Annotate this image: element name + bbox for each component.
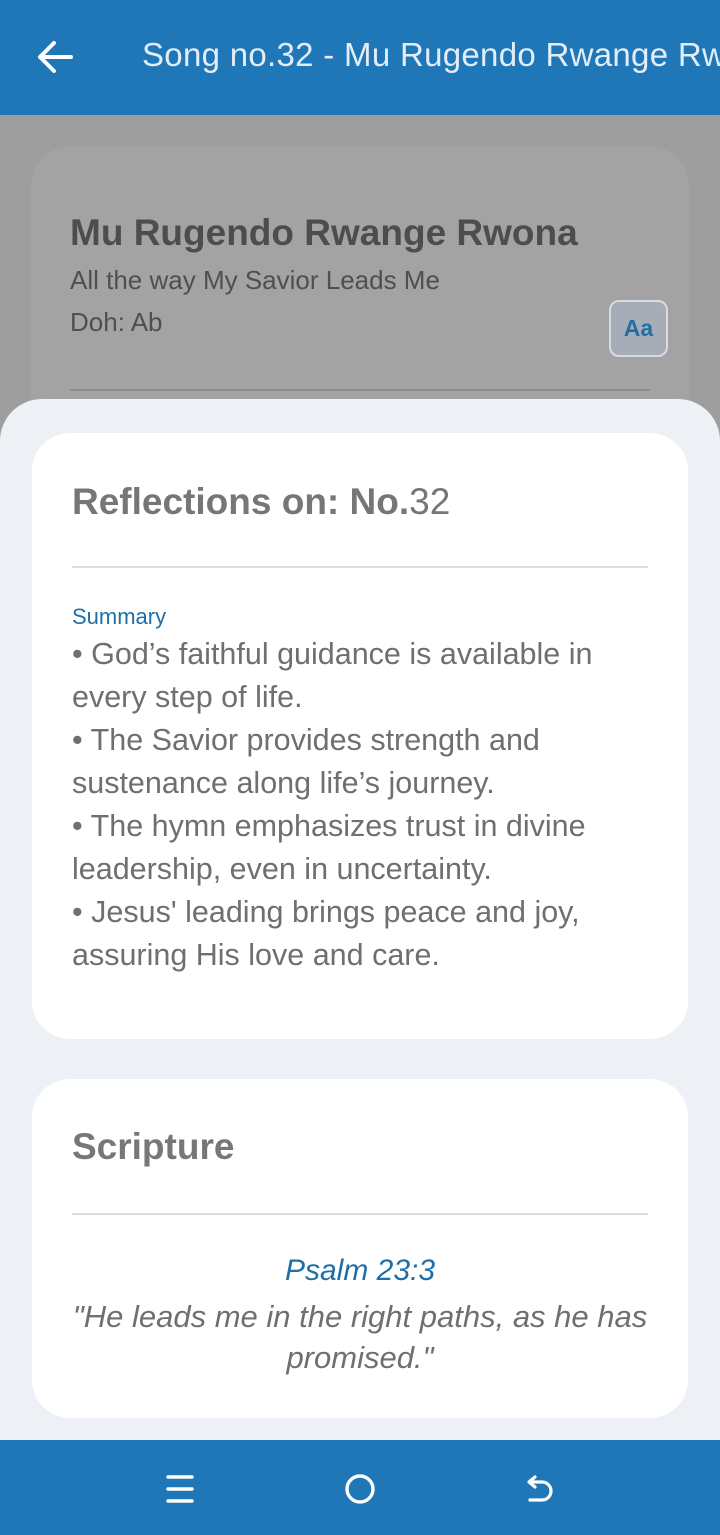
arrow-left-icon <box>38 41 73 73</box>
back-curve-icon <box>527 1475 553 1502</box>
menu-lines-icon <box>166 1475 194 1503</box>
home-circle-icon <box>345 1474 375 1504</box>
page-title: Song no.32 - Mu Rugendo Rwange Rwona <box>142 36 720 73</box>
summary-bullet: • The hymn emphasizes trust in divine le… <box>72 809 586 886</box>
song-title: Mu Rugendo Rwange Rwona <box>70 212 578 253</box>
song-divider <box>70 389 650 391</box>
reflections-heading-number: 32 <box>409 481 451 522</box>
font-size-button[interactable]: Aa <box>609 300 668 357</box>
reflections-heading-label: Reflections on: No. <box>72 481 410 522</box>
song-subtitle: All the way My Savior Leads Me <box>70 265 440 295</box>
recent-apps-button[interactable] <box>153 1462 207 1516</box>
scripture-heading: Scripture <box>72 1126 235 1167</box>
summary-bullet: • The Savior provides strength and suste… <box>72 723 540 800</box>
system-nav-bar <box>0 1440 720 1535</box>
summary-bullets: • God’s faithful guidance is available i… <box>72 633 662 977</box>
reflections-divider <box>72 566 648 568</box>
home-button[interactable] <box>333 1462 387 1516</box>
summary-bullet: • God’s faithful guidance is available i… <box>72 637 593 714</box>
scripture-reference: Psalm 23:3 <box>284 1254 436 1287</box>
system-back-button[interactable] <box>513 1462 567 1516</box>
scripture-quote: "He leads me in the right paths, as he h… <box>72 1299 648 1375</box>
song-key: Doh: Ab <box>70 307 163 337</box>
back-button[interactable] <box>30 32 80 82</box>
summary-bullet: • Jesus' leading brings peace and joy, a… <box>72 895 580 972</box>
reflections-heading: Reflections on: No.32 <box>72 481 450 523</box>
summary-label: Summary <box>72 604 167 629</box>
scripture-divider <box>72 1213 648 1215</box>
app-bar: Song no.32 - Mu Rugendo Rwange Rwona <box>0 0 720 115</box>
